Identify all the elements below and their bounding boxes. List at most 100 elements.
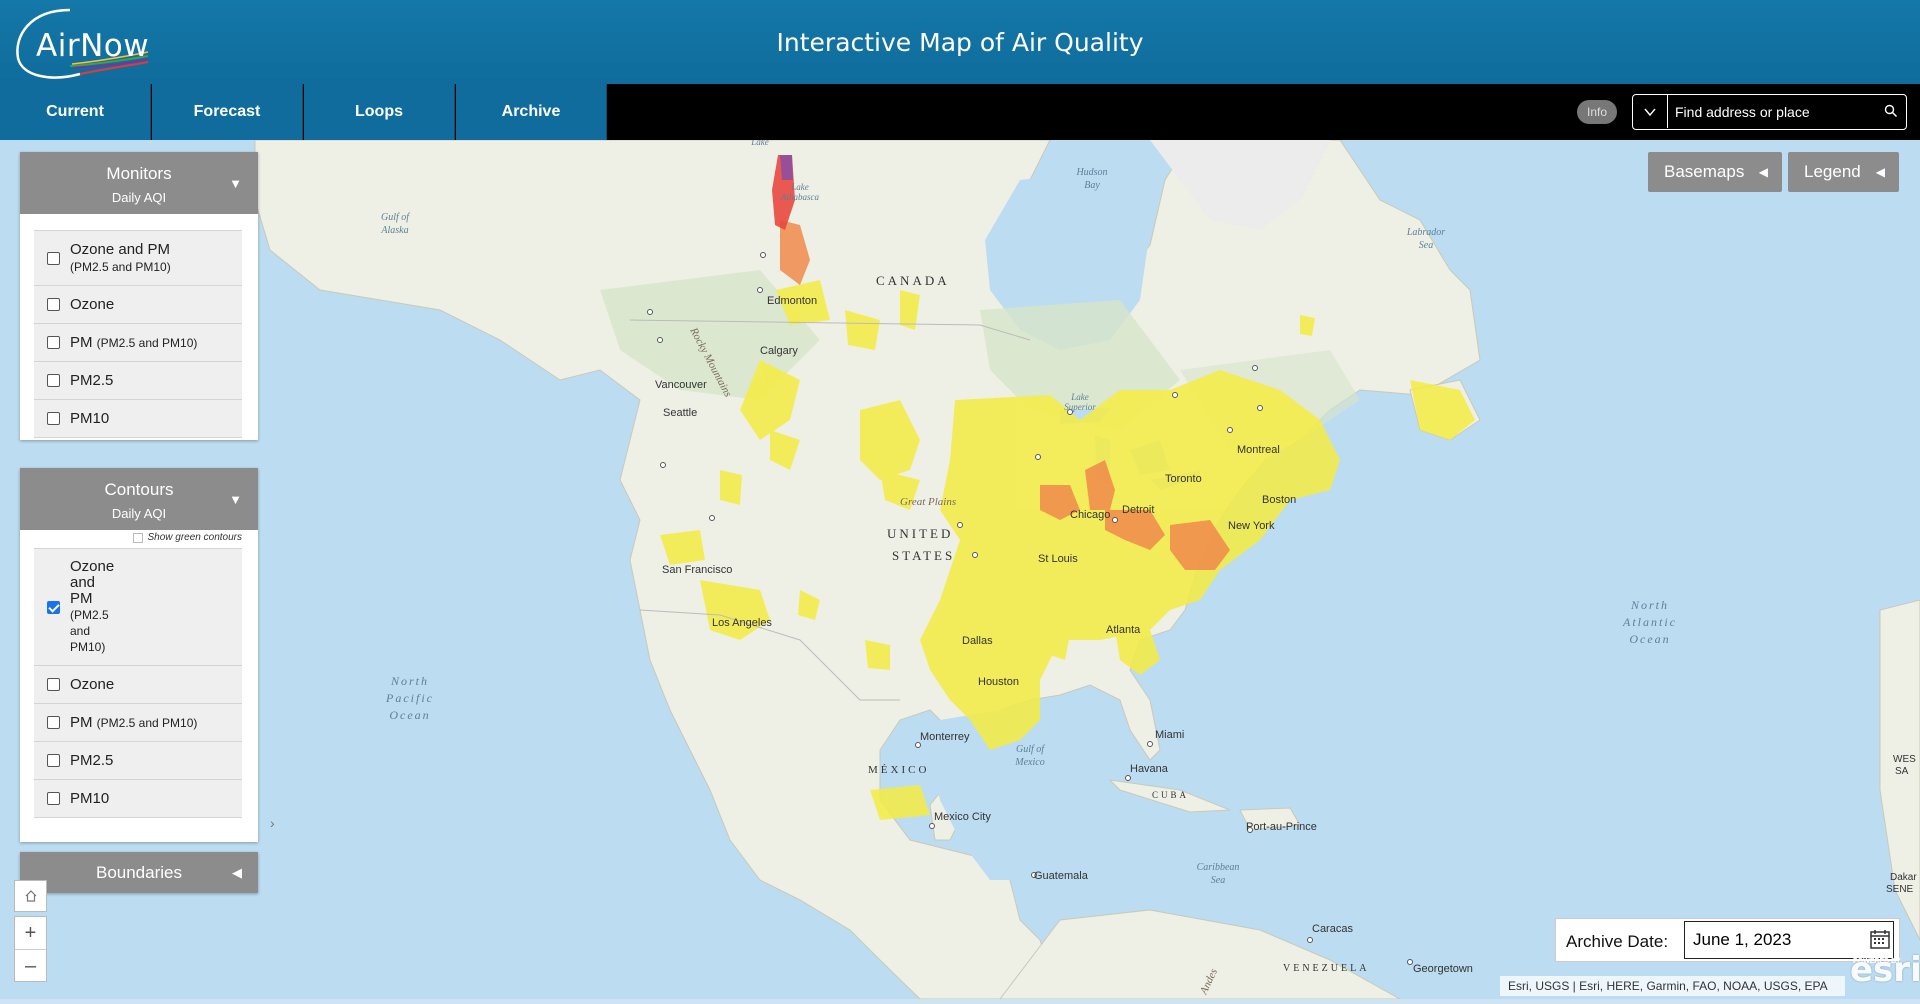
svg-text:Athabasca: Athabasca bbox=[780, 192, 819, 202]
svg-text:SENE: SENE bbox=[1886, 884, 1914, 895]
monitors-panel-header[interactable]: Monitors Daily AQI ▼ bbox=[20, 152, 258, 214]
svg-text:Ocean: Ocean bbox=[1629, 632, 1670, 646]
checkbox-checked[interactable] bbox=[47, 600, 60, 614]
tab-forecast[interactable]: Forecast bbox=[152, 84, 303, 140]
map-label-vancouver: Vancouver bbox=[655, 379, 707, 391]
monitors-panel-title: Monitors bbox=[106, 164, 172, 183]
map-label-los-angeles: Los Angeles bbox=[712, 617, 772, 629]
monitor-option-ozone-pm[interactable]: Ozone and PM (PM2.5 and PM10) bbox=[34, 230, 242, 286]
show-green-contours-toggle[interactable]: Show green contours bbox=[133, 532, 242, 543]
monitor-option-pm10[interactable]: PM10 bbox=[34, 400, 242, 438]
contour-option-pm25[interactable]: PM2.5 bbox=[34, 742, 242, 780]
map-label-chicago: Chicago bbox=[1070, 509, 1110, 521]
map-label-hudson-bay: Hudson bbox=[1075, 167, 1107, 178]
archive-date-label: Archive Date: bbox=[1566, 932, 1669, 951]
search-input[interactable] bbox=[1673, 100, 1877, 124]
map-label-seattle: Seattle bbox=[663, 407, 697, 419]
map-label-miami: Miami bbox=[1155, 729, 1184, 741]
checkbox[interactable] bbox=[47, 412, 60, 425]
legend-label: Legend bbox=[1804, 162, 1861, 181]
map-label-houston: Houston bbox=[978, 676, 1019, 688]
checkbox[interactable] bbox=[47, 336, 60, 349]
home-button[interactable] bbox=[14, 880, 47, 912]
option-label-line: and bbox=[70, 574, 96, 591]
contour-option-pm10[interactable]: PM10 bbox=[34, 780, 242, 818]
basemaps-button[interactable]: Basemaps ◀ bbox=[1648, 152, 1782, 192]
zoom-out-button[interactable]: – bbox=[15, 950, 46, 982]
contours-panel-header[interactable]: Contours Daily AQI ▼ bbox=[20, 468, 258, 530]
map-label-venezuela: VENEZUELA bbox=[1283, 963, 1369, 974]
option-label-line: Ozone bbox=[70, 558, 115, 575]
caret-down-icon: ▼ bbox=[229, 492, 242, 507]
checkbox[interactable] bbox=[47, 754, 60, 767]
map-label-st-louis: St Louis bbox=[1038, 553, 1078, 565]
contour-option-pm[interactable]: PM (PM2.5 and PM10) bbox=[34, 704, 242, 742]
map-label-georgetown: Georgetown bbox=[1413, 963, 1473, 975]
checkbox[interactable] bbox=[47, 251, 60, 265]
svg-text:Superior: Superior bbox=[1064, 402, 1096, 412]
option-sublabel: (PM2.5 and PM10) bbox=[70, 260, 171, 274]
search-icon[interactable] bbox=[1884, 104, 1898, 118]
map-attribution: Esri, USGS | Esri, HERE, Garmin, FAO, NO… bbox=[1500, 976, 1845, 996]
tab-loops[interactable]: Loops bbox=[304, 84, 455, 140]
boundaries-panel-header[interactable]: Boundaries ◀ bbox=[20, 852, 258, 893]
caret-left-icon: ◀ bbox=[232, 865, 242, 880]
option-sublabel-line: (PM2.5 bbox=[70, 608, 109, 622]
monitor-option-pm25[interactable]: PM2.5 bbox=[34, 362, 242, 400]
home-icon bbox=[25, 890, 36, 902]
option-label: PM2.5 bbox=[70, 752, 114, 769]
checkbox[interactable] bbox=[47, 678, 60, 691]
tab-archive[interactable]: Archive bbox=[456, 84, 607, 140]
esri-logo[interactable]: esri bbox=[1850, 950, 1920, 990]
zoom-in-button[interactable]: + bbox=[15, 917, 46, 950]
svg-text:SA: SA bbox=[1895, 766, 1909, 777]
option-label: PM bbox=[70, 334, 93, 351]
search-source-dropdown[interactable] bbox=[1633, 95, 1668, 128]
monitors-panel-subtitle: Daily AQI bbox=[111, 190, 167, 205]
caret-left-icon: ◀ bbox=[1758, 165, 1768, 179]
minus-icon: – bbox=[24, 954, 37, 977]
option-label: PM10 bbox=[70, 410, 110, 427]
svg-text:Pacific: Pacific bbox=[385, 691, 434, 705]
map-label-boston: Boston bbox=[1262, 494, 1296, 506]
calendar-icon[interactable] bbox=[1869, 928, 1891, 950]
map-canvas[interactable]: Edmonton Calgary Vancouver Seattle San F… bbox=[0, 137, 1920, 1000]
map-label-great-plains: Great Plains bbox=[900, 496, 956, 508]
option-label: PM10 bbox=[70, 790, 110, 807]
map-label-lake-athabasca: Lake bbox=[790, 182, 809, 192]
map-label-toronto: Toronto bbox=[1165, 473, 1202, 485]
map-label-united: UNITED bbox=[887, 526, 953, 541]
info-button[interactable]: Info bbox=[1577, 100, 1617, 124]
map-label-north-atlantic-ocean: North bbox=[1630, 598, 1669, 612]
map-label-dallas: Dallas bbox=[962, 635, 993, 647]
caret-down-icon: ▼ bbox=[229, 176, 242, 191]
checkbox[interactable] bbox=[47, 374, 60, 387]
option-label: Ozone and PM bbox=[70, 241, 171, 258]
map-label-cuba: CUBA bbox=[1152, 790, 1189, 800]
svg-text:Sea: Sea bbox=[1419, 240, 1433, 251]
map-label-caribbean-sea: Caribbean bbox=[1197, 862, 1240, 873]
monitor-option-pm[interactable]: PM (PM2.5 and PM10) bbox=[34, 324, 242, 362]
contours-panel-subtitle: Daily AQI bbox=[111, 506, 167, 521]
checkbox[interactable] bbox=[133, 532, 144, 543]
checkbox[interactable] bbox=[47, 298, 60, 311]
monitor-option-ozone[interactable]: Ozone bbox=[34, 286, 242, 324]
tab-current[interactable]: Current bbox=[0, 84, 151, 140]
panel-collapse-handle-icon[interactable]: › bbox=[270, 815, 275, 831]
map-label-caracas: Caracas bbox=[1312, 923, 1353, 935]
contours-panel-title: Contours bbox=[104, 480, 174, 499]
checkbox[interactable] bbox=[47, 792, 60, 805]
map-label-gulf-of-alaska: Gulf of bbox=[381, 212, 410, 223]
contours-panel: Contours Daily AQI ▼ Show green contours… bbox=[20, 468, 258, 842]
contour-option-ozone-pm[interactable]: Ozone and PM (PM2.5 and PM10) bbox=[34, 548, 242, 666]
checkbox[interactable] bbox=[47, 716, 60, 729]
contour-option-ozone[interactable]: Ozone bbox=[34, 666, 242, 704]
svg-text:Mexico: Mexico bbox=[1014, 757, 1044, 768]
plus-icon: + bbox=[24, 921, 37, 944]
map-label-mexico-city: Mexico City bbox=[934, 811, 991, 823]
map-label-montreal: Montreal bbox=[1237, 444, 1280, 456]
legend-button[interactable]: Legend ◀ bbox=[1788, 152, 1899, 192]
svg-text:Sea: Sea bbox=[1211, 875, 1225, 886]
basemaps-label: Basemaps bbox=[1664, 162, 1745, 181]
option-sublabel-line: PM10) bbox=[70, 640, 106, 654]
